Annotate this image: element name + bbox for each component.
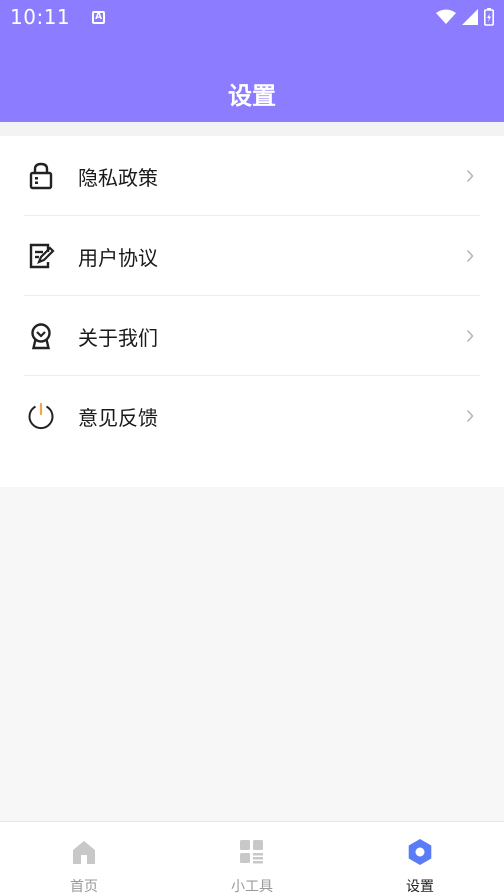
wifi-icon xyxy=(436,9,456,24)
menu-item-label: 关于我们 xyxy=(78,325,158,350)
header: 10:11 A 设置 xyxy=(0,0,504,122)
menu-item-label: 用户协议 xyxy=(78,245,158,270)
menu-item-label: 意见反馈 xyxy=(78,405,158,430)
tab-label: 设置 xyxy=(406,879,434,895)
menu-item-feedback[interactable]: 意见反馈 xyxy=(0,376,504,456)
app: 10:11 A 设置 隐私政策 用户协议 关于我们 意见反馈 首页 小工具 设置 xyxy=(0,0,504,896)
tab-home[interactable]: 首页 xyxy=(0,822,168,896)
menu-item-about-us[interactable]: 关于我们 xyxy=(0,296,504,376)
edit-document-icon xyxy=(26,241,56,271)
menu-item-user-agreement[interactable]: 用户协议 xyxy=(0,216,504,296)
power-icon xyxy=(26,401,56,431)
chevron-right-icon xyxy=(466,409,474,423)
tab-settings[interactable]: 设置 xyxy=(336,822,504,896)
header-gap xyxy=(0,122,504,136)
tab-label: 首页 xyxy=(70,879,98,895)
home-icon xyxy=(70,838,98,866)
page-title: 设置 xyxy=(228,82,276,110)
chevron-right-icon xyxy=(466,249,474,263)
chevron-right-icon xyxy=(466,329,474,343)
chevron-right-icon xyxy=(466,169,474,183)
tab-label: 小工具 xyxy=(231,879,273,895)
settings-menu: 隐私政策 用户协议 关于我们 意见反馈 xyxy=(0,136,504,487)
status-time: 10:11 xyxy=(10,5,71,29)
notification-a-icon: A xyxy=(92,10,106,24)
status-bar: 10:11 A xyxy=(0,0,504,34)
tools-icon xyxy=(238,838,266,866)
bottom-tab-bar: 首页 小工具 设置 xyxy=(0,821,504,896)
tab-tools[interactable]: 小工具 xyxy=(168,822,336,896)
menu-item-label: 隐私政策 xyxy=(78,165,158,190)
status-icons xyxy=(436,8,494,26)
menu-item-privacy[interactable]: 隐私政策 xyxy=(0,136,504,216)
gear-icon xyxy=(406,838,434,866)
signal-icon xyxy=(462,9,478,25)
battery-icon xyxy=(484,8,494,26)
about-icon xyxy=(26,321,56,351)
lock-icon xyxy=(26,161,56,191)
